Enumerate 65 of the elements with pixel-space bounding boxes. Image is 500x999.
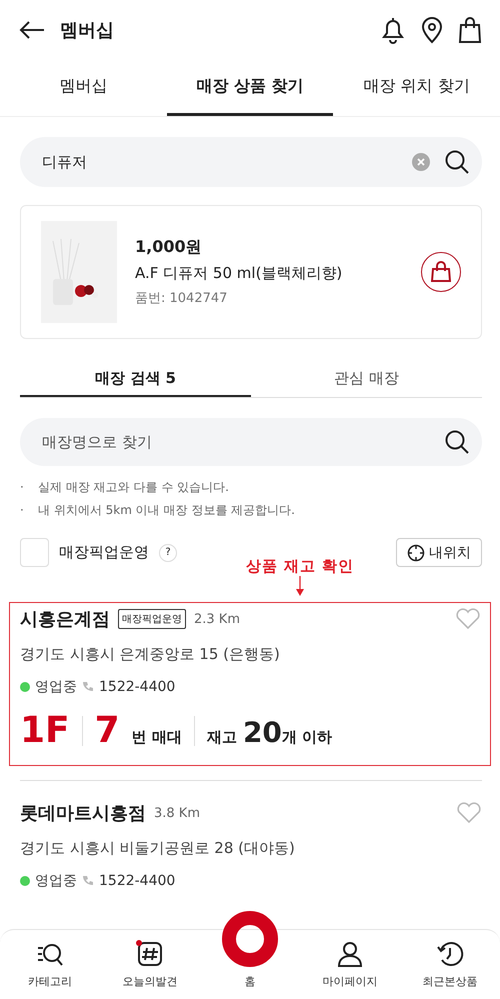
store-distance: 2.3 Km [194, 612, 241, 626]
category-search-icon [36, 942, 64, 968]
search-bar[interactable]: 디퓨저 [20, 137, 482, 187]
location-pin-icon[interactable] [420, 16, 444, 44]
annotation-text: 상품 재고 확인 [246, 557, 354, 576]
pickup-checkbox[interactable] [20, 538, 49, 567]
nav-item[interactable]: 최근본상품 [400, 930, 500, 999]
notice-text: 실제 매장 재고와 다를 수 있습니다. [38, 479, 229, 496]
person-icon [336, 940, 364, 968]
search-input[interactable]: 디퓨저 [40, 152, 398, 172]
store-status: 영업중 [35, 678, 77, 696]
product-card[interactable]: 1,000원 A.F 디퓨저 50 ml(블랙체리향) 품번: 1042747 [20, 205, 482, 339]
store-name: 시흥은계점 [20, 608, 110, 631]
phone-icon [82, 681, 94, 693]
crosshair-icon [407, 544, 425, 562]
hashtag-icon [136, 940, 164, 968]
history-icon [436, 940, 464, 968]
bell-icon[interactable] [380, 16, 406, 44]
nav-item[interactable]: 홈 [200, 906, 300, 999]
back-button[interactable] [18, 20, 46, 40]
nav-item[interactable]: 마이페이지 [300, 930, 400, 999]
stock-count: 20 [242, 716, 282, 749]
help-icon[interactable]: ? [159, 544, 177, 562]
store-tab[interactable]: 관심 매장 [251, 361, 482, 397]
annotation-arrow [296, 576, 304, 596]
store-name: 롯데마트시흥점 [20, 802, 146, 825]
store-phone: 1522-4400 [99, 873, 176, 889]
floor-number: 1F [20, 710, 70, 751]
pickup-tag: 매장픽업운영 [118, 609, 186, 629]
product-code: 품번: 1042747 [135, 290, 228, 307]
page-title: 멤버십 [60, 19, 115, 42]
store-distance: 3.8 Km [154, 806, 201, 820]
stock-label: 재고 [206, 728, 237, 747]
notification-dot [136, 940, 142, 946]
tab[interactable]: 매장 상품 찾기 [166, 60, 334, 116]
store-tab[interactable]: 매장 검색 5 [20, 361, 251, 397]
bullet: · [20, 502, 25, 519]
store-address: 경기도 시흥시 은계중앙로 15 (은행동) [20, 645, 281, 664]
bullet: · [20, 479, 25, 496]
phone-icon [82, 875, 94, 887]
tab[interactable]: 매장 위치 찾기 [333, 60, 500, 116]
cart-button[interactable] [421, 252, 461, 292]
search-icon[interactable] [444, 429, 470, 455]
product-name: A.F 디퓨저 50 ml(블랙체리향) [135, 264, 344, 283]
store-phone: 1522-4400 [99, 679, 176, 695]
nav-item[interactable]: 카테고리 [0, 930, 100, 999]
shelf-number: 7 [94, 710, 120, 751]
shopping-bag-icon [431, 261, 451, 283]
home-ring-icon [221, 910, 279, 968]
tab[interactable]: 멤버십 [0, 60, 167, 116]
shopping-bag-icon[interactable] [458, 16, 482, 44]
pickup-label: 매장픽업운영 [59, 543, 149, 562]
product-price: 1,000원 [135, 237, 203, 258]
store-status: 영업중 [35, 872, 77, 890]
my-location-button[interactable]: 내위치 [396, 538, 482, 567]
stock-unit: 개 이하 [282, 728, 332, 747]
status-dot [20, 876, 30, 886]
status-dot [20, 682, 30, 692]
store-search-input[interactable]: 매장명으로 찾기 [40, 432, 430, 452]
store-address: 경기도 시흥시 비둘기공원로 28 (대야동) [20, 839, 296, 858]
search-icon[interactable] [444, 149, 470, 175]
shelf-unit: 번 매대 [132, 728, 182, 747]
notice-text: 내 위치에서 5km 이내 매장 정보를 제공합니다. [38, 502, 295, 519]
nav-item[interactable]: 오늘의발견 [100, 930, 200, 999]
search-bar[interactable]: 매장명으로 찾기 [20, 418, 482, 466]
